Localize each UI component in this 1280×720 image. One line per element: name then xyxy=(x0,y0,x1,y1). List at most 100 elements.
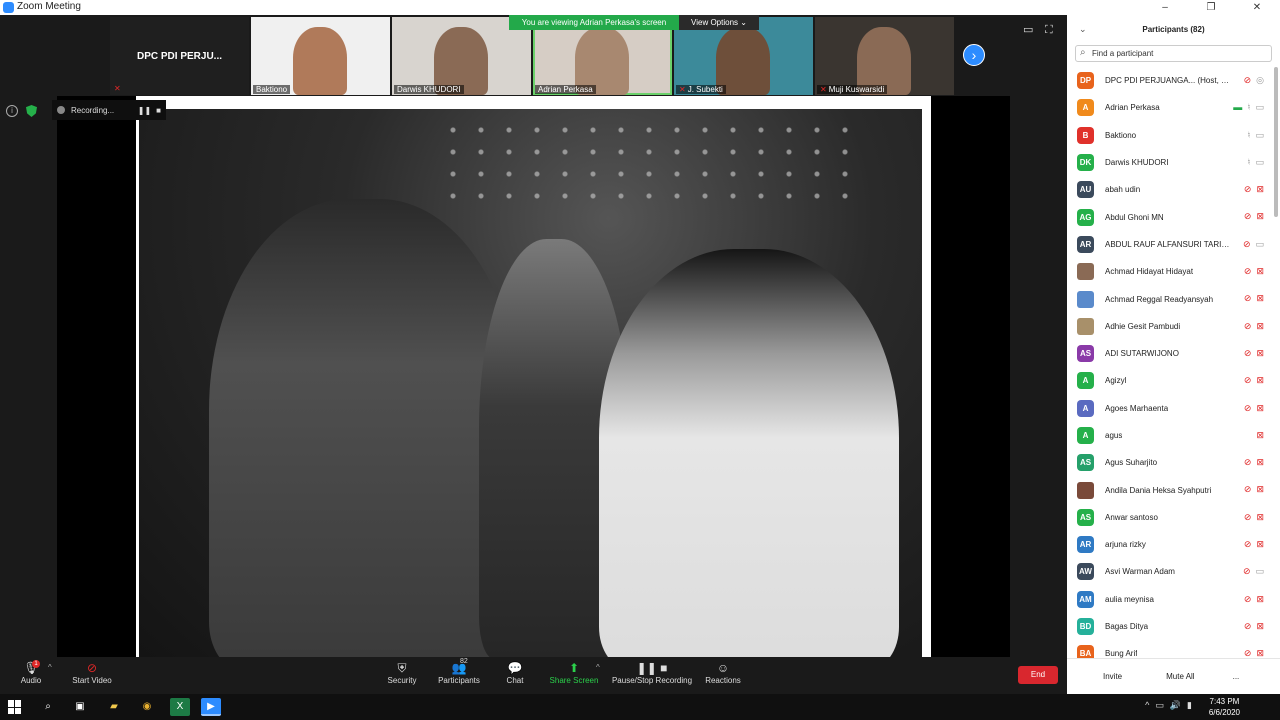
profile-photo xyxy=(1077,481,1094,499)
task-view-icon[interactable]: ▣ xyxy=(70,698,90,716)
participant-row[interactable]: A Agoes Marhaenta ⊘ ⊠ xyxy=(1067,395,1272,422)
participant-row[interactable]: Aagus ⊠ xyxy=(1067,422,1272,449)
network-icon[interactable]: ▭ xyxy=(1155,700,1164,711)
participant-row[interactable]: AR arjuna rizky ⊘ ⊠ xyxy=(1067,531,1272,558)
avatar: AR xyxy=(1077,235,1094,253)
view-options-button[interactable]: View Options ⌄ xyxy=(679,15,759,30)
next-page-arrow-icon[interactable]: › xyxy=(963,44,985,66)
participant-search-input[interactable]: Find a participant xyxy=(1075,45,1272,62)
file-explorer-icon[interactable]: ▰ xyxy=(104,698,124,716)
tray-chevron-icon[interactable]: ^ xyxy=(1145,700,1149,711)
participant-name: Bung Arif xyxy=(1105,649,1138,658)
audio-options-chevron-icon[interactable]: ^ xyxy=(48,663,52,672)
maximize-button[interactable]: ❐ xyxy=(1188,0,1234,15)
participant-row[interactable]: A Adrian Perkasa ▬ ♮ ▭ xyxy=(1067,94,1272,121)
participant-row[interactable]: AR ABDUL RAUF ALFANSURI TARIEF... ⊘ ▭ xyxy=(1067,231,1272,258)
pause-recording-icon[interactable]: ❚❚ xyxy=(138,106,151,115)
participant-name: Asvi Warman Adam xyxy=(1105,567,1175,577)
end-meeting-button[interactable]: End xyxy=(1018,666,1058,684)
participant-status-icons: ♮ ▭ xyxy=(1247,156,1264,168)
participant-row[interactable]: AS ADI SUTARWIJONO ⊘ ⊠ xyxy=(1067,340,1272,367)
participant-row[interactable]: A Agizyl ⊘ ⊠ xyxy=(1067,367,1272,394)
screen-share-icon: ▬ xyxy=(1233,102,1243,113)
stop-recording-icon[interactable]: ■ xyxy=(156,106,161,115)
recording-icon: ◎ xyxy=(1256,75,1264,85)
participant-row[interactable]: BA Bung Arif ⊘ ⊠ xyxy=(1067,640,1272,658)
chat-button[interactable]: 💬 Chat xyxy=(505,660,525,685)
view-banner: You are viewing Adrian Perkasa's screen … xyxy=(509,15,759,30)
participant-row[interactable]: BD Bagas Ditya ⊘ ⊠ xyxy=(1067,613,1272,640)
title-bar: Zoom Meeting – ❐ ✕ xyxy=(0,0,1280,15)
avatar: A xyxy=(1077,427,1094,444)
volume-icon[interactable]: 🔊 xyxy=(1170,700,1181,711)
shared-photo xyxy=(139,109,922,657)
participant-status-icons: ⊘ ⊠ xyxy=(1244,183,1264,195)
participant-row[interactable]: AU abah udin ⊘ ⊠ xyxy=(1067,176,1272,203)
mic-muted-icon: ✕ xyxy=(820,85,827,94)
participant-row[interactable]: AS Agus Suharjito ⊘ ⊠ xyxy=(1067,449,1272,476)
participant-row[interactable]: DK Darwis KHUDORI ♮ ▭ xyxy=(1067,149,1272,176)
participant-name: Adhie Gesit Pambudi xyxy=(1105,321,1181,331)
participant-status-icons: ⊘ ⊠ xyxy=(1244,320,1264,332)
clock[interactable]: 7:43 PM 6/6/2020 xyxy=(1209,696,1240,718)
participant-name: Agoes Marhaenta xyxy=(1105,403,1169,413)
gallery-view-icon[interactable]: ▭ xyxy=(1023,24,1037,36)
audio-button[interactable]: 🎙 1 Audio xyxy=(18,660,44,685)
mic-muted-icon: ⊘ xyxy=(1243,620,1252,631)
close-button[interactable]: ✕ xyxy=(1234,0,1280,15)
participant-row[interactable]: DP DPC PDI PERJUANGA... (Host, me) ⊘ ◎ xyxy=(1067,67,1272,94)
battery-icon[interactable]: ▮ xyxy=(1187,700,1192,711)
info-icon[interactable]: i xyxy=(6,105,18,117)
participant-row[interactable]: AS Anwar santoso ⊘ ⊠ xyxy=(1067,504,1272,531)
more-options-button[interactable]: ... xyxy=(1225,668,1248,685)
chrome-icon[interactable]: ◉ xyxy=(137,698,157,716)
minimize-button[interactable]: – xyxy=(1142,0,1188,15)
encryption-shield-icon[interactable] xyxy=(26,105,37,117)
participant-name: Andila Dania Heksa Syahputri xyxy=(1105,485,1212,495)
reactions-button[interactable]: ☺ Reactions xyxy=(705,660,741,685)
thumb-name: ✕ J. Subekti xyxy=(676,85,726,94)
mic-muted-icon: ✕ xyxy=(114,84,121,93)
thumb-name: ✕ Muji Kuswarsidi xyxy=(817,85,888,94)
participant-row[interactable]: Adhie Gesit Pambudi ⊘ ⊠ xyxy=(1067,313,1272,340)
mute-all-button[interactable]: Mute All xyxy=(1158,668,1202,685)
participant-status-icons: ⊘ ⊠ xyxy=(1244,374,1264,386)
participant-row[interactable]: AW Asvi Warman Adam ⊘ ▭ xyxy=(1067,558,1272,585)
pause-stop-recording-button[interactable]: ❚❚ ■ Pause/Stop Recording xyxy=(611,660,693,685)
participant-row[interactable]: AG Abdul Ghoni MN ⊘ ⊠ xyxy=(1067,203,1272,230)
mic-muted-icon: ⊘ xyxy=(1243,484,1252,495)
share-options-chevron-icon[interactable]: ^ xyxy=(596,663,600,672)
windows-taskbar: ⌕ ▣ ▰ ◉ X ▶ ^ ▭ 🔊 ▮ 7:43 PM 6/6/2020 xyxy=(0,694,1280,720)
participants-button[interactable]: 👥 82 Participants xyxy=(436,658,482,685)
excel-icon[interactable]: X xyxy=(170,698,190,716)
video-thumb[interactable]: Baktiono xyxy=(251,17,390,95)
invite-button[interactable]: Invite xyxy=(1095,668,1130,685)
participant-name: Adrian Perkasa xyxy=(1105,103,1160,113)
participant-name: Abdul Ghoni MN xyxy=(1105,212,1164,222)
start-video-button[interactable]: ⊘ Start Video xyxy=(70,660,114,685)
fullscreen-icon[interactable]: ⛶ xyxy=(1045,24,1059,36)
share-screen-button[interactable]: ⬆ Share Screen xyxy=(549,660,599,685)
participant-row[interactable]: Andila Dania Heksa Syahputri ⊘ ⊠ xyxy=(1067,476,1272,503)
camera-off-icon: ⊠ xyxy=(1256,266,1264,277)
participant-row[interactable]: Achmad Hidayat Hidayat ⊘ ⊠ xyxy=(1067,258,1272,285)
participant-row[interactable]: B Baktiono ♮ ▭ xyxy=(1067,122,1272,149)
video-thumb-host[interactable]: DPC PDI PERJU... ✕ xyxy=(110,17,249,95)
shield-icon: ⛨ xyxy=(397,661,407,675)
participant-row[interactable]: AM aulia meynisa ⊘ ⊠ xyxy=(1067,586,1272,613)
mic-muted-icon: ⊘ xyxy=(1243,75,1252,85)
participant-name: Agizyl xyxy=(1105,376,1127,386)
windows-start-icon[interactable] xyxy=(8,700,22,714)
video-thumb[interactable]: ✕ Muji Kuswarsidi xyxy=(815,17,954,95)
security-button[interactable]: ⛨ Security xyxy=(386,660,418,685)
recording-indicator: Recording... ❚❚ ■ xyxy=(52,100,166,120)
zoom-taskbar-icon[interactable]: ▶ xyxy=(201,698,221,716)
camera-off-icon: ⊠ xyxy=(1256,211,1264,222)
shared-document xyxy=(136,96,931,657)
participant-list-scrollbar[interactable] xyxy=(1274,67,1278,217)
participant-name: Baktiono xyxy=(1105,130,1137,140)
participant-status-icons: ♮ ▭ xyxy=(1247,129,1264,141)
participant-row[interactable]: Achmad Reggal Readyansyah ⊘ ⊠ xyxy=(1067,285,1272,312)
search-icon[interactable]: ⌕ xyxy=(38,698,58,716)
avatar: AW xyxy=(1077,563,1094,581)
